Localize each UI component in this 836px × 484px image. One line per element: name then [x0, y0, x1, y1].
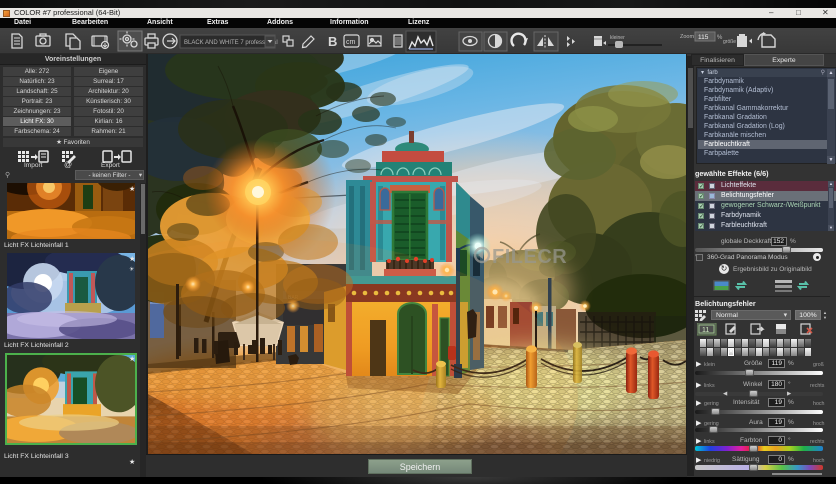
svg-text:Zoom: Zoom [680, 34, 694, 40]
svg-text:BLACK AND WHITE 7 professional: BLACK AND WHITE 7 professional [184, 40, 278, 46]
svg-text:cm: cm [346, 39, 356, 46]
svg-text:115: 115 [698, 34, 709, 41]
svg-text:11: 11 [702, 327, 709, 334]
svg-text:kleiner: kleiner [610, 35, 625, 41]
svg-text:größe: größe [723, 39, 736, 45]
svg-text:FILECR: FILECR [492, 246, 567, 268]
svg-text:B: B [328, 34, 337, 49]
